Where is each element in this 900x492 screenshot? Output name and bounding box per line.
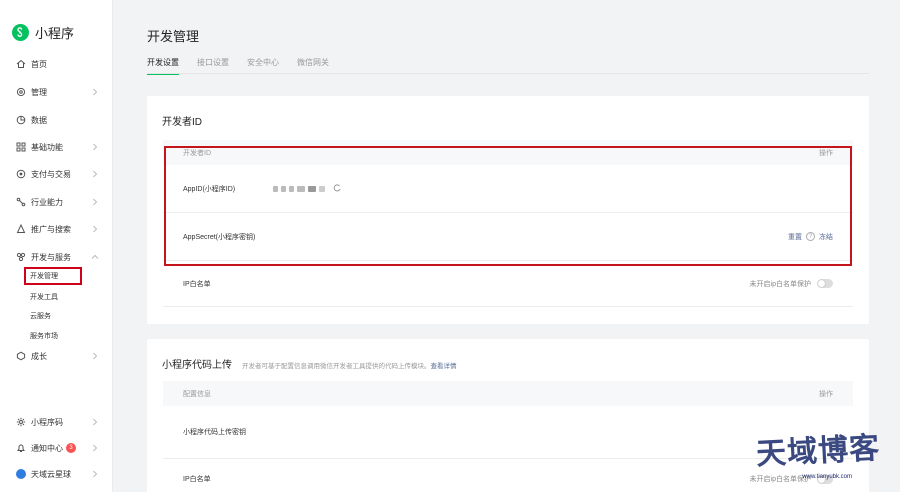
nav-item-data[interactable]: 数据 bbox=[0, 110, 113, 130]
nav-item-user[interactable]: 天域云星球 bbox=[0, 464, 113, 484]
promotion-icon bbox=[16, 224, 26, 234]
table-header: 配置信息 操作 bbox=[163, 381, 853, 406]
nav-item-pay[interactable]: 支付与交易 bbox=[0, 164, 113, 184]
chevron-right-icon bbox=[90, 417, 100, 427]
nav-label: 基础功能 bbox=[31, 142, 63, 152]
row-label: IP白名单 bbox=[183, 476, 211, 483]
nav-item-growth[interactable]: 成长 bbox=[0, 346, 113, 366]
page-title: 开发管理 bbox=[147, 29, 200, 44]
nav-item-basic[interactable]: 基础功能 bbox=[0, 137, 113, 157]
nav-item-manage[interactable]: 管理 bbox=[0, 82, 113, 102]
bell-icon bbox=[16, 443, 26, 453]
grid-icon bbox=[16, 142, 26, 152]
active-item-highlight bbox=[24, 267, 82, 285]
nav-item-notify[interactable]: 通知中心 3 bbox=[0, 438, 113, 458]
watermark-logo: 天域博客 bbox=[755, 430, 882, 473]
nav-item-dev[interactable]: 开发与服务 bbox=[0, 247, 113, 267]
table-row: 小程序代码上传密钥 bbox=[163, 406, 853, 459]
chevron-right-icon bbox=[90, 224, 100, 234]
nav-label: 推广与搜索 bbox=[31, 224, 71, 234]
nav-label: 开发与服务 bbox=[31, 252, 71, 262]
chevron-right-icon bbox=[90, 197, 100, 207]
nav-item-code[interactable]: 小程序码 bbox=[0, 412, 113, 432]
ip-whitelist-toggle[interactable] bbox=[817, 279, 833, 288]
section-title: 开发者ID bbox=[162, 117, 202, 128]
section-title-text: 小程序代码上传 bbox=[162, 360, 232, 371]
nav-label: 行业能力 bbox=[31, 197, 63, 207]
user-avatar bbox=[16, 469, 26, 479]
row-actions: 未开启ip白名单保护 bbox=[750, 279, 833, 289]
row-label: IP白名单 bbox=[183, 280, 211, 288]
nav-label: 数据 bbox=[31, 115, 47, 125]
sub-item-dev-tools[interactable]: 开发工具 bbox=[30, 290, 58, 304]
chevron-right-icon bbox=[90, 469, 100, 479]
notification-badge: 3 bbox=[66, 443, 76, 453]
chevron-right-icon bbox=[90, 169, 100, 179]
mini-code-icon bbox=[16, 417, 26, 427]
dev-service-icon bbox=[16, 252, 26, 262]
brand-title: 小程序 bbox=[35, 26, 75, 41]
nav-label: 首页 bbox=[31, 59, 47, 69]
annotation-box bbox=[164, 146, 852, 266]
nav-item-industry[interactable]: 行业能力 bbox=[0, 192, 113, 212]
payment-icon bbox=[16, 169, 26, 179]
section-desc-text: 开发者可基于配置信息调用微信开发者工具提供的代码上传模块。 bbox=[242, 363, 431, 370]
sub-item-market[interactable]: 服务市场 bbox=[30, 329, 58, 343]
chart-icon bbox=[16, 115, 26, 125]
nav-item-home[interactable]: 首页 bbox=[0, 54, 113, 74]
home-icon bbox=[16, 59, 26, 69]
mini-program-logo-icon bbox=[12, 24, 29, 41]
ip-status: 未开启ip白名单保护 bbox=[749, 280, 811, 288]
chevron-right-icon bbox=[90, 351, 100, 361]
header-col: 操作 bbox=[819, 390, 833, 398]
growth-icon bbox=[16, 351, 26, 361]
sidebar: 小程序 首页 管理 数据 基础功能 支付与交易 行业能力 推广与搜索 开发与服务… bbox=[0, 0, 113, 492]
nav-label: 支付与交易 bbox=[31, 169, 71, 179]
tabs-divider bbox=[147, 73, 869, 74]
table-row: IP白名单 未开启ip白名单保护 bbox=[163, 261, 853, 307]
industry-icon bbox=[16, 197, 26, 207]
watermark-url: www.tianyubk.com bbox=[802, 474, 852, 480]
header-col: 配置信息 bbox=[183, 390, 211, 398]
view-details-link[interactable]: 查看详情 bbox=[431, 363, 457, 370]
row-label: 小程序代码上传密钥 bbox=[183, 429, 246, 436]
brand[interactable]: 小程序 bbox=[12, 23, 74, 42]
nav-label: 管理 bbox=[31, 87, 47, 97]
sub-item-cloud[interactable]: 云服务 bbox=[30, 309, 51, 323]
settings-icon bbox=[16, 87, 26, 97]
nav-label: 成长 bbox=[31, 351, 47, 361]
section-title: 小程序代码上传 开发者可基于配置信息调用微信开发者工具提供的代码上传模块。查看详情 bbox=[162, 356, 457, 371]
chevron-right-icon bbox=[90, 87, 100, 97]
chevron-up-icon bbox=[90, 252, 100, 262]
user-name: 天域云星球 bbox=[31, 469, 71, 479]
section-desc: 开发者可基于配置信息调用微信开发者工具提供的代码上传模块。查看详情 bbox=[242, 363, 457, 370]
nav-label: 小程序码 bbox=[31, 417, 63, 427]
chevron-right-icon bbox=[90, 142, 100, 152]
table-row: IP白名单 未开启ip白名单保护 bbox=[163, 459, 853, 492]
chevron-right-icon bbox=[90, 443, 100, 453]
nav-label: 通知中心 bbox=[31, 443, 63, 453]
nav-item-promo[interactable]: 推广与搜索 bbox=[0, 219, 113, 239]
